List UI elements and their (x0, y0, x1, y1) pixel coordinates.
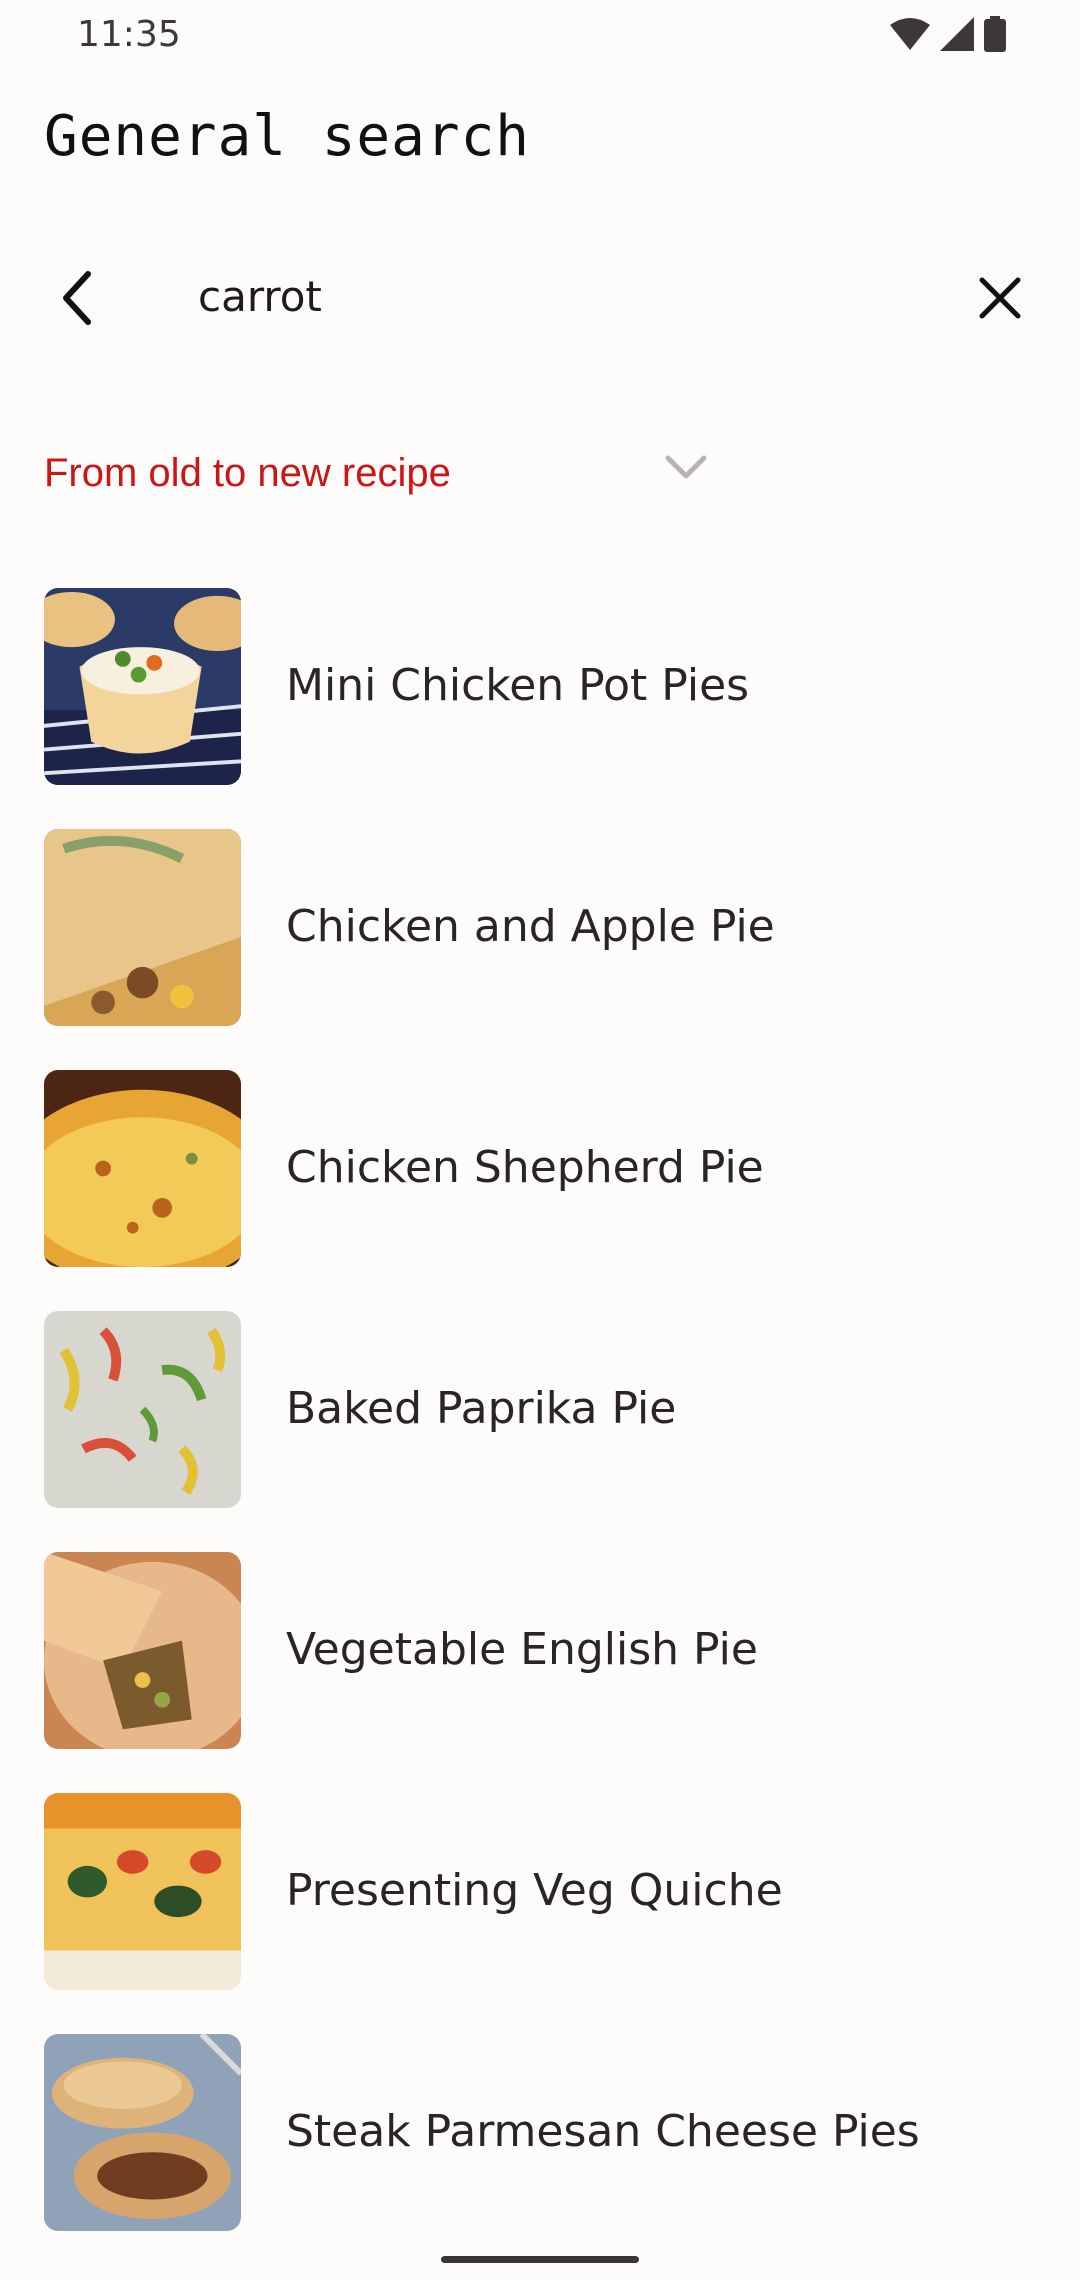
recipe-thumbnail (44, 1070, 241, 1267)
recipe-list-item[interactable]: Mini Chicken Pot Pies (0, 588, 1080, 829)
recipe-name: Chicken and Apple Pie (286, 901, 775, 952)
recipe-list-item[interactable]: Chicken and Apple Pie (0, 829, 1080, 1070)
home-indicator[interactable] (441, 2256, 639, 2263)
recipe-list-item[interactable]: Presenting Veg Quiche (0, 1793, 1080, 2034)
recipe-name: Steak Parmesan Cheese Pies (286, 2106, 920, 2157)
arrow-back-icon (63, 271, 91, 325)
recipe-thumbnail (44, 1793, 241, 1990)
screen: 11:35 General search carrot From old to … (0, 0, 1080, 2280)
sort-selected-label: From old to new recipe (44, 450, 451, 495)
status-bar: 11:35 (0, 0, 1080, 70)
back-button[interactable] (40, 260, 116, 336)
sort-dropdown[interactable]: From old to new recipe (44, 440, 724, 506)
recipe-list: Mini Chicken Pot Pies Chicken and Apple … (0, 588, 1080, 2275)
search-input[interactable] (198, 266, 918, 326)
recipe-thumbnail (44, 829, 241, 1026)
recipe-name: Presenting Veg Quiche (286, 1865, 783, 1916)
recipe-name: Chicken Shepherd Pie (286, 1142, 764, 1193)
recipe-thumbnail (44, 2034, 241, 2231)
wifi-icon (890, 17, 930, 55)
recipe-thumbnail (44, 1311, 241, 1508)
recipe-name: Baked Paprika Pie (286, 1383, 677, 1434)
recipe-list-item[interactable]: Baked Paprika Pie (0, 1311, 1080, 1552)
recipe-list-item[interactable]: Steak Parmesan Cheese Pies (0, 2034, 1080, 2275)
close-icon (979, 277, 1021, 319)
status-time: 11:35 (77, 14, 181, 55)
status-icons (890, 16, 1006, 56)
recipe-thumbnail (44, 1552, 241, 1749)
battery-icon (984, 16, 1006, 56)
signal-icon (940, 17, 974, 55)
recipe-list-item[interactable]: Chicken Shepherd Pie (0, 1070, 1080, 1311)
clear-search-button[interactable] (962, 260, 1038, 336)
recipe-list-item[interactable]: Vegetable English Pie (0, 1552, 1080, 1793)
page-title: General search (44, 104, 531, 169)
recipe-name: Vegetable English Pie (286, 1624, 758, 1675)
search-bar (0, 240, 1080, 350)
chevron-down-icon (665, 455, 707, 479)
recipe-name: Mini Chicken Pot Pies (286, 660, 750, 711)
recipe-thumbnail (44, 588, 241, 785)
